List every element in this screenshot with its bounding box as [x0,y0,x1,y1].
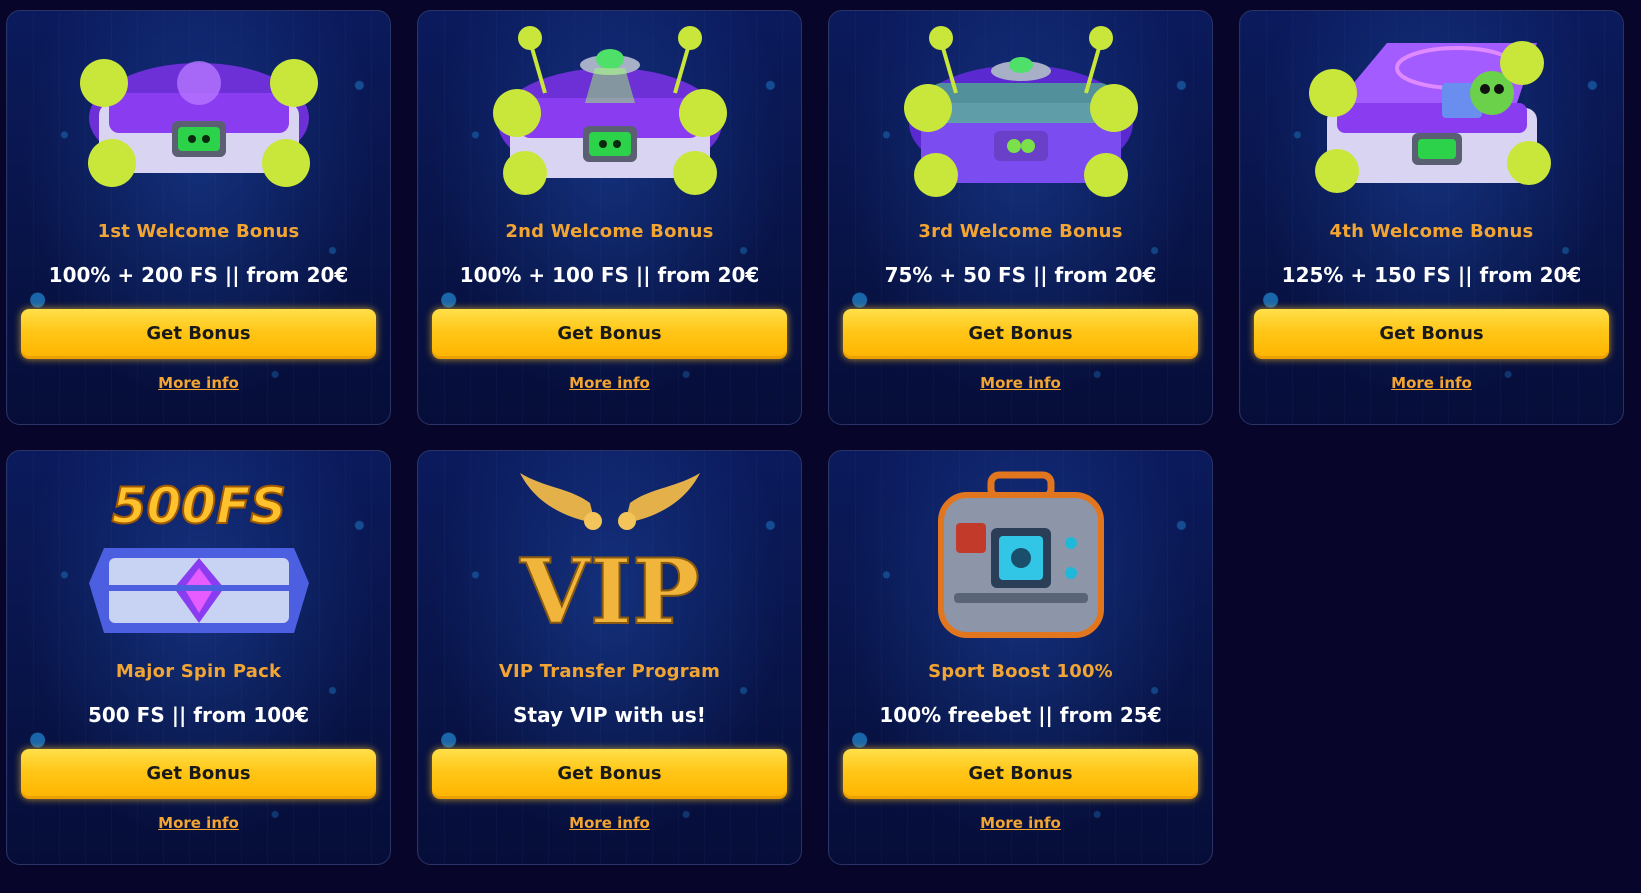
bonus-card-4th-welcome: 4th Welcome Bonus 125% + 150 FS || from … [1239,10,1624,425]
500fs-logo-text: 500FS [111,477,286,535]
bonus-offer: 500 FS || from 100€ [87,703,310,727]
bonus-title: 2nd Welcome Bonus [505,221,714,242]
bonus-offer: 100% freebet || from 25€ [879,703,1162,727]
alien-chest-icon [79,59,318,187]
bonus-title: 1st Welcome Bonus [97,221,300,242]
bonus-offer: Stay VIP with us! [513,703,706,727]
sport-case-icon [937,471,1104,638]
bonus-title: Major Spin Pack [115,661,282,682]
more-info-link[interactable]: More info [1391,374,1472,392]
more-info-wrap: More info [829,373,1212,392]
bonus-card-2nd-welcome: 2nd Welcome Bonus 100% + 100 FS || from … [417,10,802,425]
more-info-link[interactable]: More info [158,814,239,832]
500fs-chest-icon: 500FS [88,476,309,633]
ufo-chest-icon [903,26,1138,197]
get-bonus-button[interactable]: Get Bonus [21,309,376,359]
open-alien-chest-icon [1308,41,1551,193]
bonus-card-sport-boost: Sport Boost 100% 100% freebet || from 25… [828,450,1213,865]
more-info-wrap: More info [7,373,390,392]
bonus-card-1st-welcome: 1st Welcome Bonus 100% + 200 FS || from … [6,10,391,425]
more-info-wrap: More info [1240,373,1623,392]
bonus-grid: 1st Welcome Bonus 100% + 200 FS || from … [6,10,1624,865]
bonus-offer: 75% + 50 FS || from 20€ [884,263,1157,287]
more-info-wrap: More info [829,813,1212,832]
vip-wings-icon: VIP [518,473,700,646]
get-bonus-button[interactable]: Get Bonus [843,309,1198,359]
bonus-title: Sport Boost 100% [928,661,1113,682]
more-info-link[interactable]: More info [569,814,650,832]
get-bonus-button[interactable]: Get Bonus [843,749,1198,799]
bonus-card-3rd-welcome: 3rd Welcome Bonus 75% + 50 FS || from 20… [828,10,1213,425]
bonus-card-major-spin-pack: 500FS Major Spin Pack 500 FS || from 100… [6,450,391,865]
bonus-title: VIP Transfer Program [498,661,721,682]
bonus-offer: 100% + 200 FS || from 20€ [48,263,349,287]
get-bonus-button[interactable]: Get Bonus [432,749,787,799]
bonus-offer: 125% + 150 FS || from 20€ [1281,263,1582,287]
more-info-link[interactable]: More info [569,374,650,392]
ufo-chest-icon [492,26,727,195]
more-info-link[interactable]: More info [158,374,239,392]
vip-logo-text: VIP [519,539,700,645]
more-info-wrap: More info [7,813,390,832]
bonus-title: 3rd Welcome Bonus [918,221,1123,242]
bonus-title: 4th Welcome Bonus [1329,221,1534,242]
bonus-offer: 100% + 100 FS || from 20€ [459,263,760,287]
more-info-link[interactable]: More info [980,814,1061,832]
get-bonus-button[interactable]: Get Bonus [432,309,787,359]
get-bonus-button[interactable]: Get Bonus [1254,309,1609,359]
more-info-link[interactable]: More info [980,374,1061,392]
more-info-wrap: More info [418,373,801,392]
bonus-card-vip-transfer: VIP VIP Transfer Program Stay VIP with u… [417,450,802,865]
more-info-wrap: More info [418,813,801,832]
get-bonus-button[interactable]: Get Bonus [21,749,376,799]
